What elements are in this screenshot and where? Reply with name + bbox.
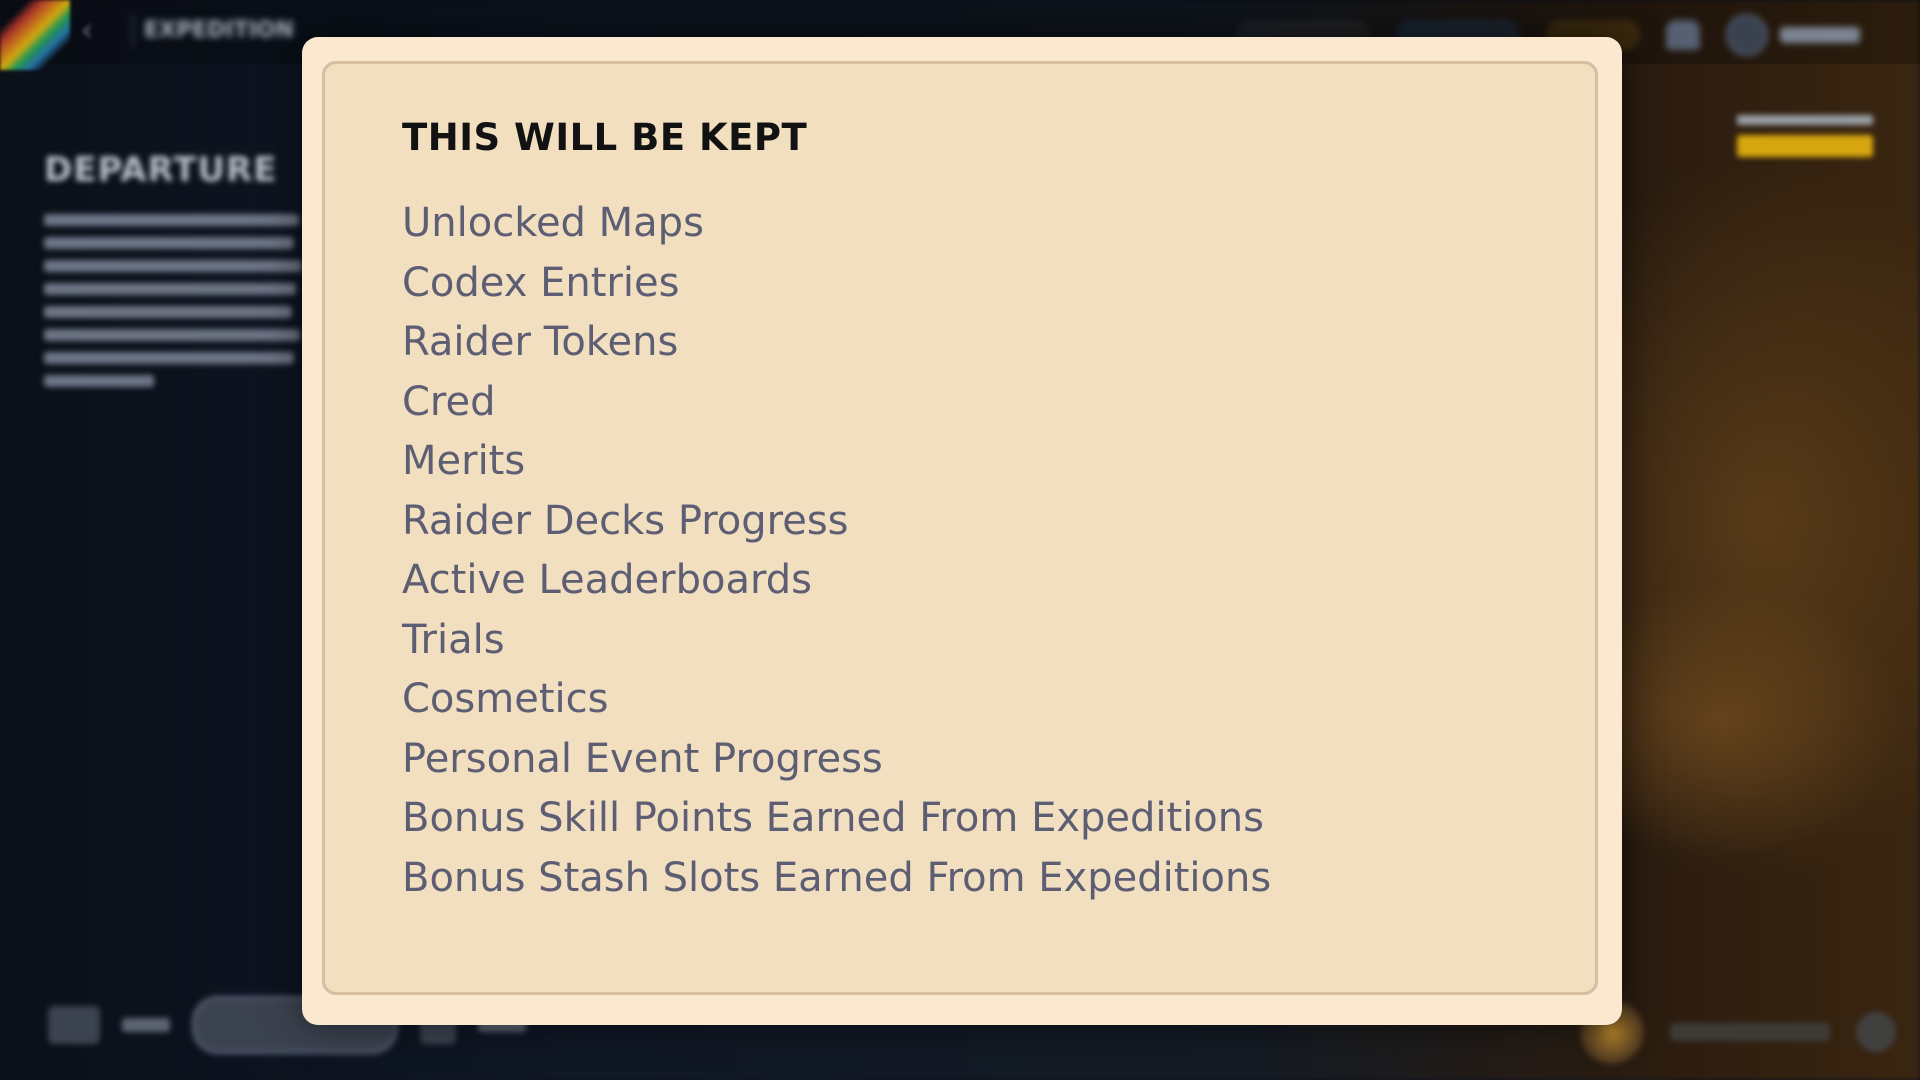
screen-title: EXPEDITION [132, 14, 304, 47]
timer-badge [1737, 135, 1873, 157]
list-item: Active Leaderboards [402, 557, 812, 603]
departure-title: DEPARTURE [44, 150, 278, 190]
expedition-timer-tag [1737, 115, 1873, 157]
list-item: Codex Entries [402, 259, 680, 306]
kept-items-list: Unlocked Maps Codex Entries Raider Token… [402, 194, 1271, 908]
list-item: Trials [402, 616, 505, 663]
departure-text-line [44, 352, 294, 364]
kept-items-modal: THIS WILL BE KEPT Unlocked Maps Codex En… [302, 37, 1622, 1025]
departure-text-line [44, 329, 300, 341]
departure-text-line [44, 306, 292, 318]
departure-text-line [44, 375, 154, 387]
back-key-label [122, 1018, 170, 1032]
list-item: Bonus Stash Slots Earned From Expedition… [402, 854, 1272, 901]
avatar-icon [1726, 14, 1768, 56]
list-item: Unlocked Maps [402, 200, 704, 246]
profile-chip[interactable] [1726, 14, 1860, 56]
departure-text-line [44, 283, 296, 295]
back-key-icon[interactable] [48, 1006, 100, 1044]
list-item: Personal Event Progress [402, 735, 883, 782]
list-item: Cred [402, 378, 496, 425]
departure-panel: DEPARTURE [44, 150, 304, 398]
list-item: Bonus Skill Points Earned From Expeditio… [402, 795, 1264, 841]
list-item: Raider Decks Progress [402, 497, 849, 544]
departure-text-line [44, 260, 302, 272]
game-logo [0, 0, 70, 70]
kept-items-panel: THIS WILL BE KEPT Unlocked Maps Codex En… [322, 61, 1598, 995]
list-item: Cosmetics [402, 676, 609, 722]
bell-icon[interactable] [1666, 20, 1700, 50]
modal-title: THIS WILL BE KEPT [402, 116, 808, 159]
list-item: Merits [402, 438, 526, 484]
bottom-right-controls [1580, 1000, 1896, 1064]
settings-icon[interactable] [1856, 1012, 1896, 1052]
departure-text-line [44, 237, 294, 249]
departure-text-line [44, 214, 299, 226]
list-item: Raider Tokens [402, 319, 679, 365]
status-bar [1670, 1023, 1830, 1041]
chevron-left-icon[interactable]: ‹ [74, 14, 100, 48]
timer-label [1737, 115, 1873, 125]
profile-name [1780, 27, 1860, 43]
